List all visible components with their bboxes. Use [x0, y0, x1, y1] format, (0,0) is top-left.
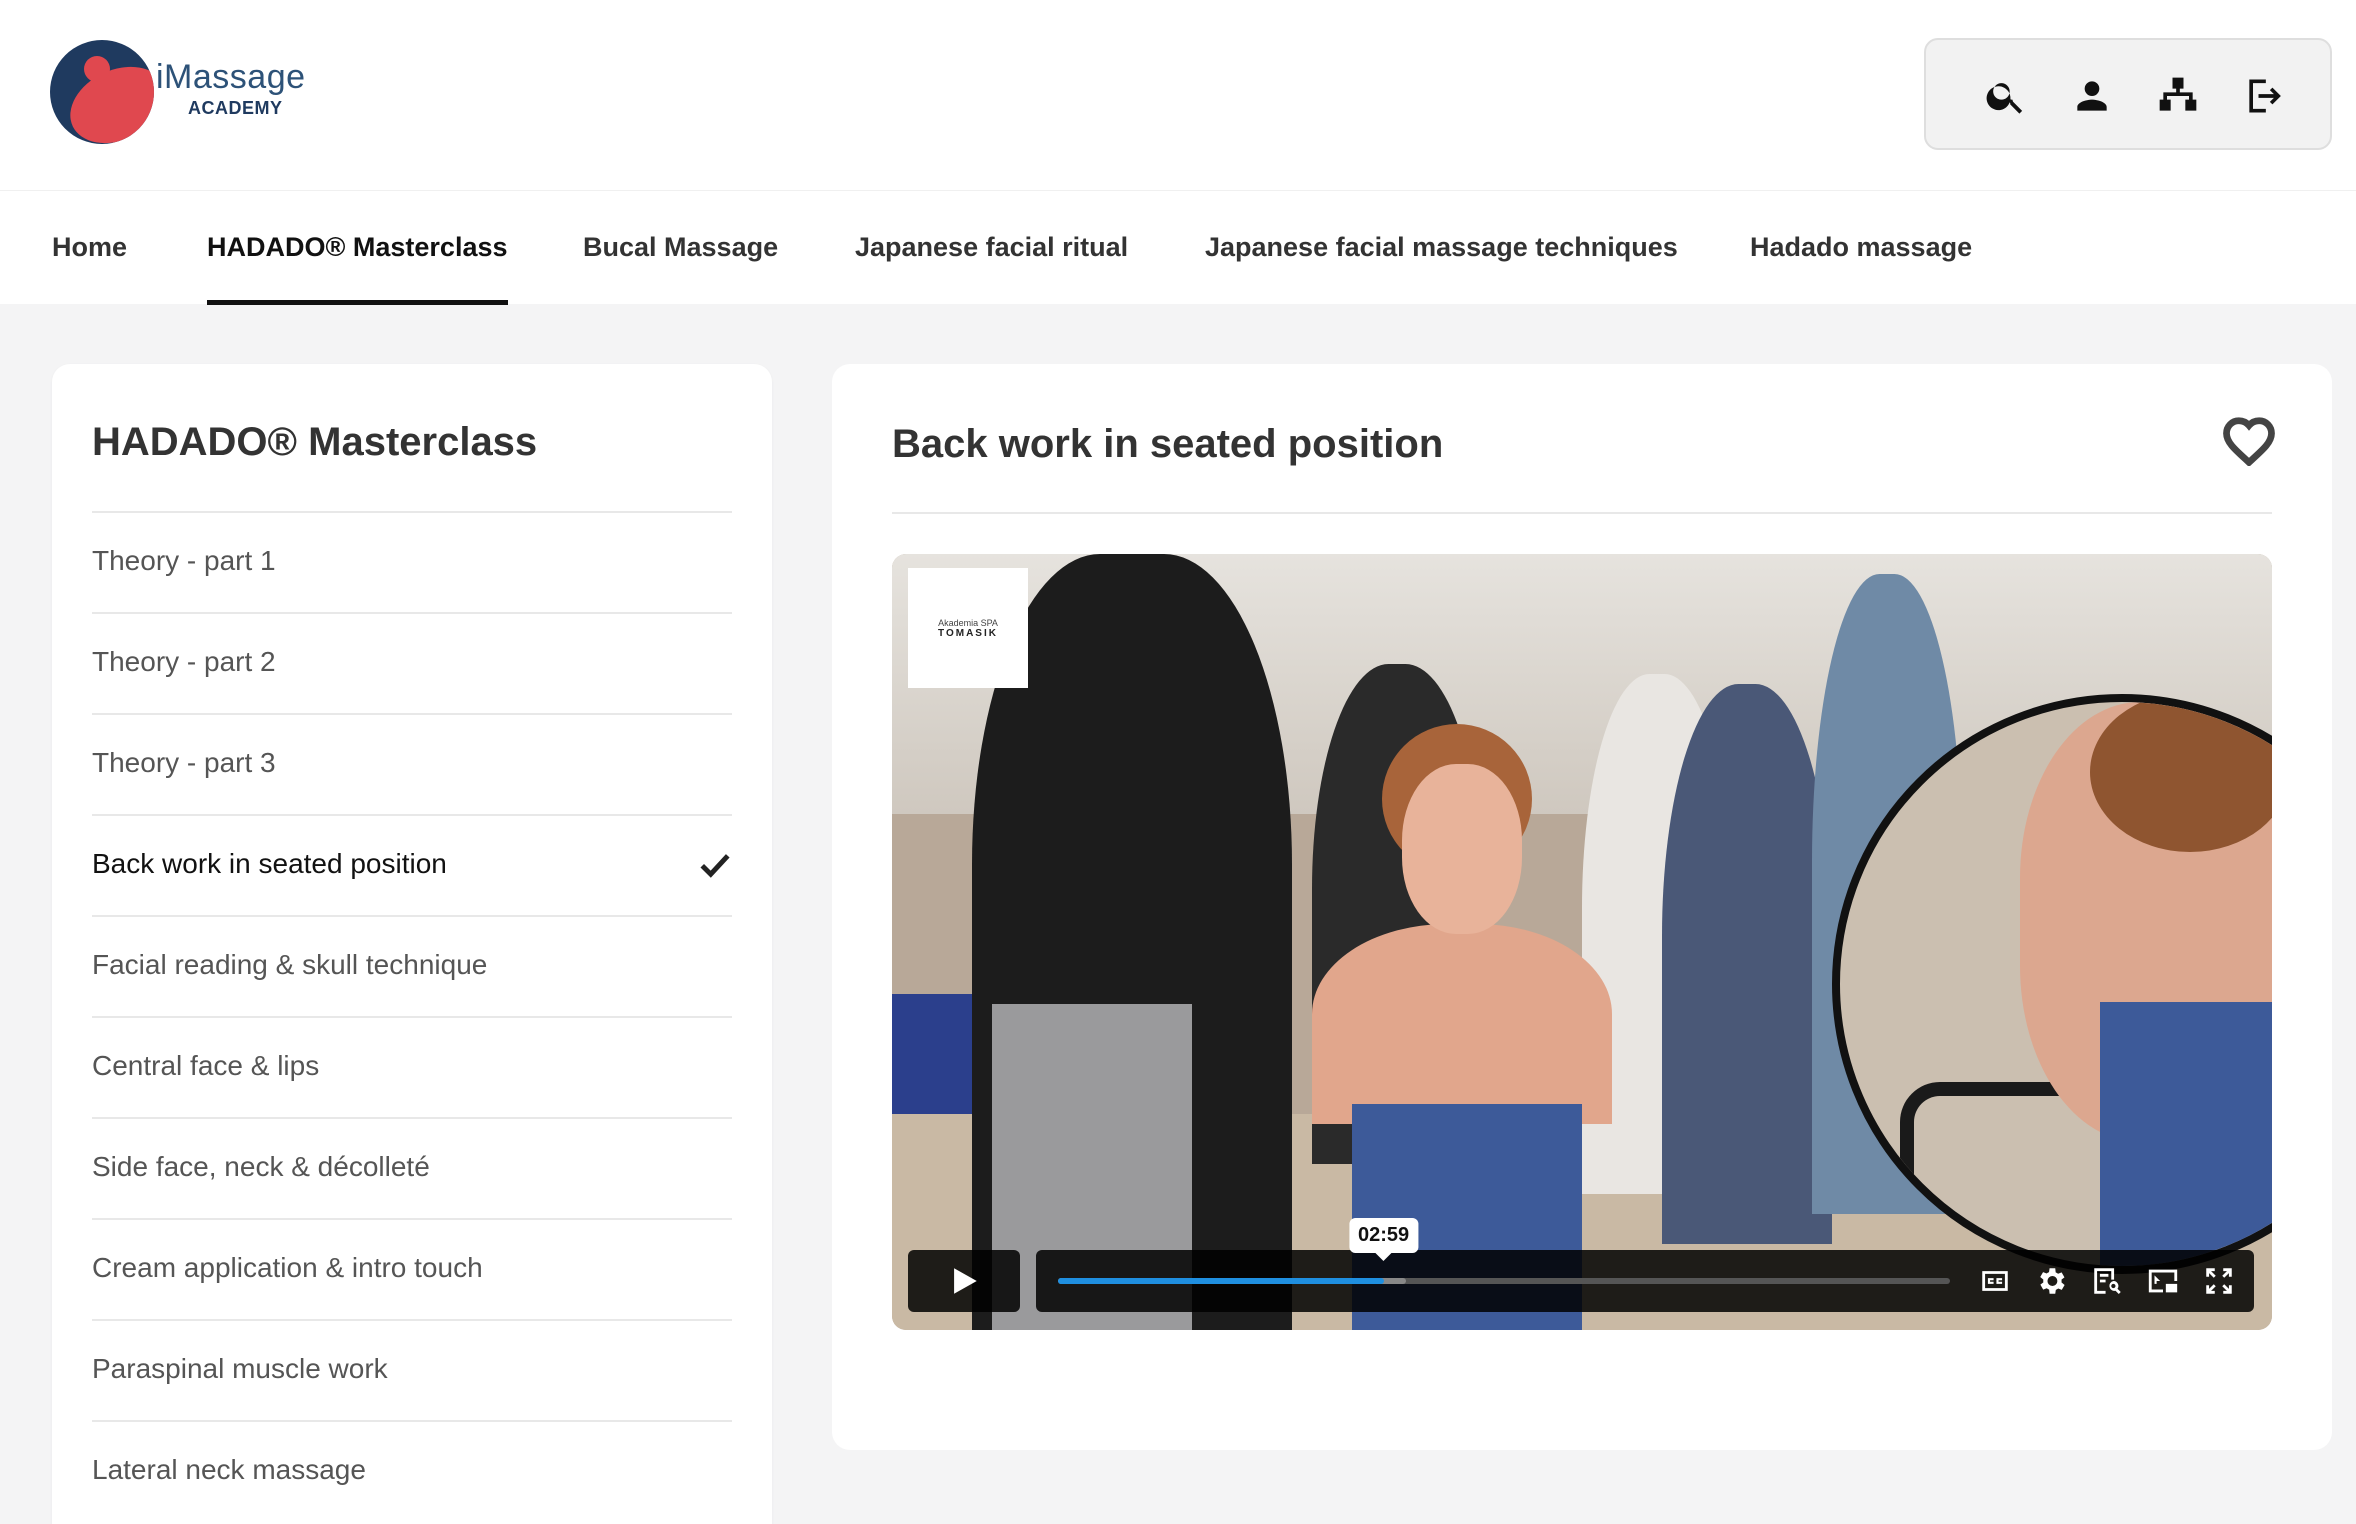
logo-mark-icon — [50, 40, 154, 144]
time-tooltip: 02:59 — [1349, 1218, 1419, 1261]
picture-in-picture-icon[interactable] — [2144, 1263, 2182, 1299]
fullscreen-icon[interactable] — [2200, 1263, 2238, 1299]
closed-captions-icon[interactable] — [1976, 1263, 2014, 1299]
lesson-panel: Back work in seated position Akademia SP… — [832, 364, 2332, 1450]
lesson-label: Central face & lips — [92, 1050, 320, 1081]
lesson-item[interactable]: Side face, neck & décolleté — [92, 1117, 732, 1218]
heart-icon[interactable] — [2222, 416, 2276, 467]
lesson-item[interactable]: Facial reading & skull technique — [92, 915, 732, 1016]
video-frame — [892, 554, 2272, 1330]
divider — [892, 512, 2272, 514]
lesson-list: Theory - part 1 Theory - part 2 Theory -… — [92, 511, 732, 1521]
lesson-label: Facial reading & skull technique — [92, 949, 488, 980]
lesson-item[interactable]: Central face & lips — [92, 1016, 732, 1117]
video-watermark: Akademia SPA TOMASIK — [908, 568, 1028, 688]
logo-subtitle: ACADEMY — [188, 98, 283, 118]
nav-item-hadado-massage[interactable]: Hadado massage — [1750, 191, 1972, 305]
sidebar-title: HADADO® Masterclass — [92, 420, 538, 464]
lesson-item[interactable]: Paraspinal muscle work — [92, 1319, 732, 1420]
lesson-item[interactable]: Theory - part 2 — [92, 612, 732, 713]
transcript-icon[interactable] — [2088, 1263, 2126, 1299]
lesson-label: Side face, neck & décolleté — [92, 1151, 430, 1182]
nav-item-home[interactable]: Home — [52, 191, 127, 305]
lesson-label: Theory - part 1 — [92, 545, 276, 576]
watermark-line2: TOMASIK — [938, 627, 998, 639]
progress-played — [1058, 1278, 1384, 1284]
sitemap-icon[interactable] — [2152, 70, 2204, 122]
lesson-label: Cream application & intro touch — [92, 1252, 483, 1283]
lesson-label: Lateral neck massage — [92, 1454, 366, 1485]
lesson-sidebar: HADADO® Masterclass Theory - part 1 Theo… — [52, 364, 772, 1524]
video-player[interactable]: Akademia SPA TOMASIK 02:59 — [892, 554, 2272, 1330]
lesson-item[interactable]: Theory - part 3 — [92, 713, 732, 814]
nav-item-japanese-facial-massage-techniques[interactable]: Japanese facial massage techniques — [1205, 191, 1678, 305]
settings-icon[interactable] — [2032, 1263, 2070, 1299]
logo-name: iMassage — [156, 58, 306, 96]
header-actions — [1924, 38, 2332, 150]
main-nav: Home HADADO® Masterclass Bucal Massage J… — [0, 190, 2356, 305]
lesson-item[interactable]: Lateral neck massage — [92, 1420, 732, 1521]
site-logo[interactable]: iMassage ACADEMY — [50, 40, 310, 150]
lesson-item[interactable]: Cream application & intro touch — [92, 1218, 732, 1319]
lesson-label: Paraspinal muscle work — [92, 1353, 388, 1384]
watermark-line1: Akademia SPA — [938, 617, 998, 628]
play-icon — [954, 1268, 977, 1294]
lesson-title: Back work in seated position — [892, 422, 1444, 466]
progress-bar[interactable]: 02:59 — [1058, 1218, 1950, 1284]
lesson-label: Theory - part 3 — [92, 747, 276, 778]
nav-item-japanese-facial-ritual[interactable]: Japanese facial ritual — [855, 191, 1128, 305]
lesson-item-current[interactable]: Back work in seated position — [92, 814, 732, 915]
video-controls: 02:59 — [1036, 1218, 2254, 1312]
play-button[interactable] — [908, 1250, 1020, 1312]
lesson-item[interactable]: Theory - part 1 — [92, 511, 732, 612]
nav-item-bucal-massage[interactable]: Bucal Massage — [583, 191, 778, 305]
nav-item-hadado-masterclass[interactable]: HADADO® Masterclass — [207, 191, 508, 305]
user-icon[interactable] — [2066, 70, 2118, 122]
lesson-label: Theory - part 2 — [92, 646, 276, 677]
logout-icon[interactable] — [2238, 70, 2290, 122]
search-icon[interactable] — [1980, 70, 2032, 122]
lesson-label: Back work in seated position — [92, 848, 447, 879]
site-header: iMassage ACADEMY — [0, 0, 2356, 190]
checkmark-icon — [698, 848, 732, 882]
